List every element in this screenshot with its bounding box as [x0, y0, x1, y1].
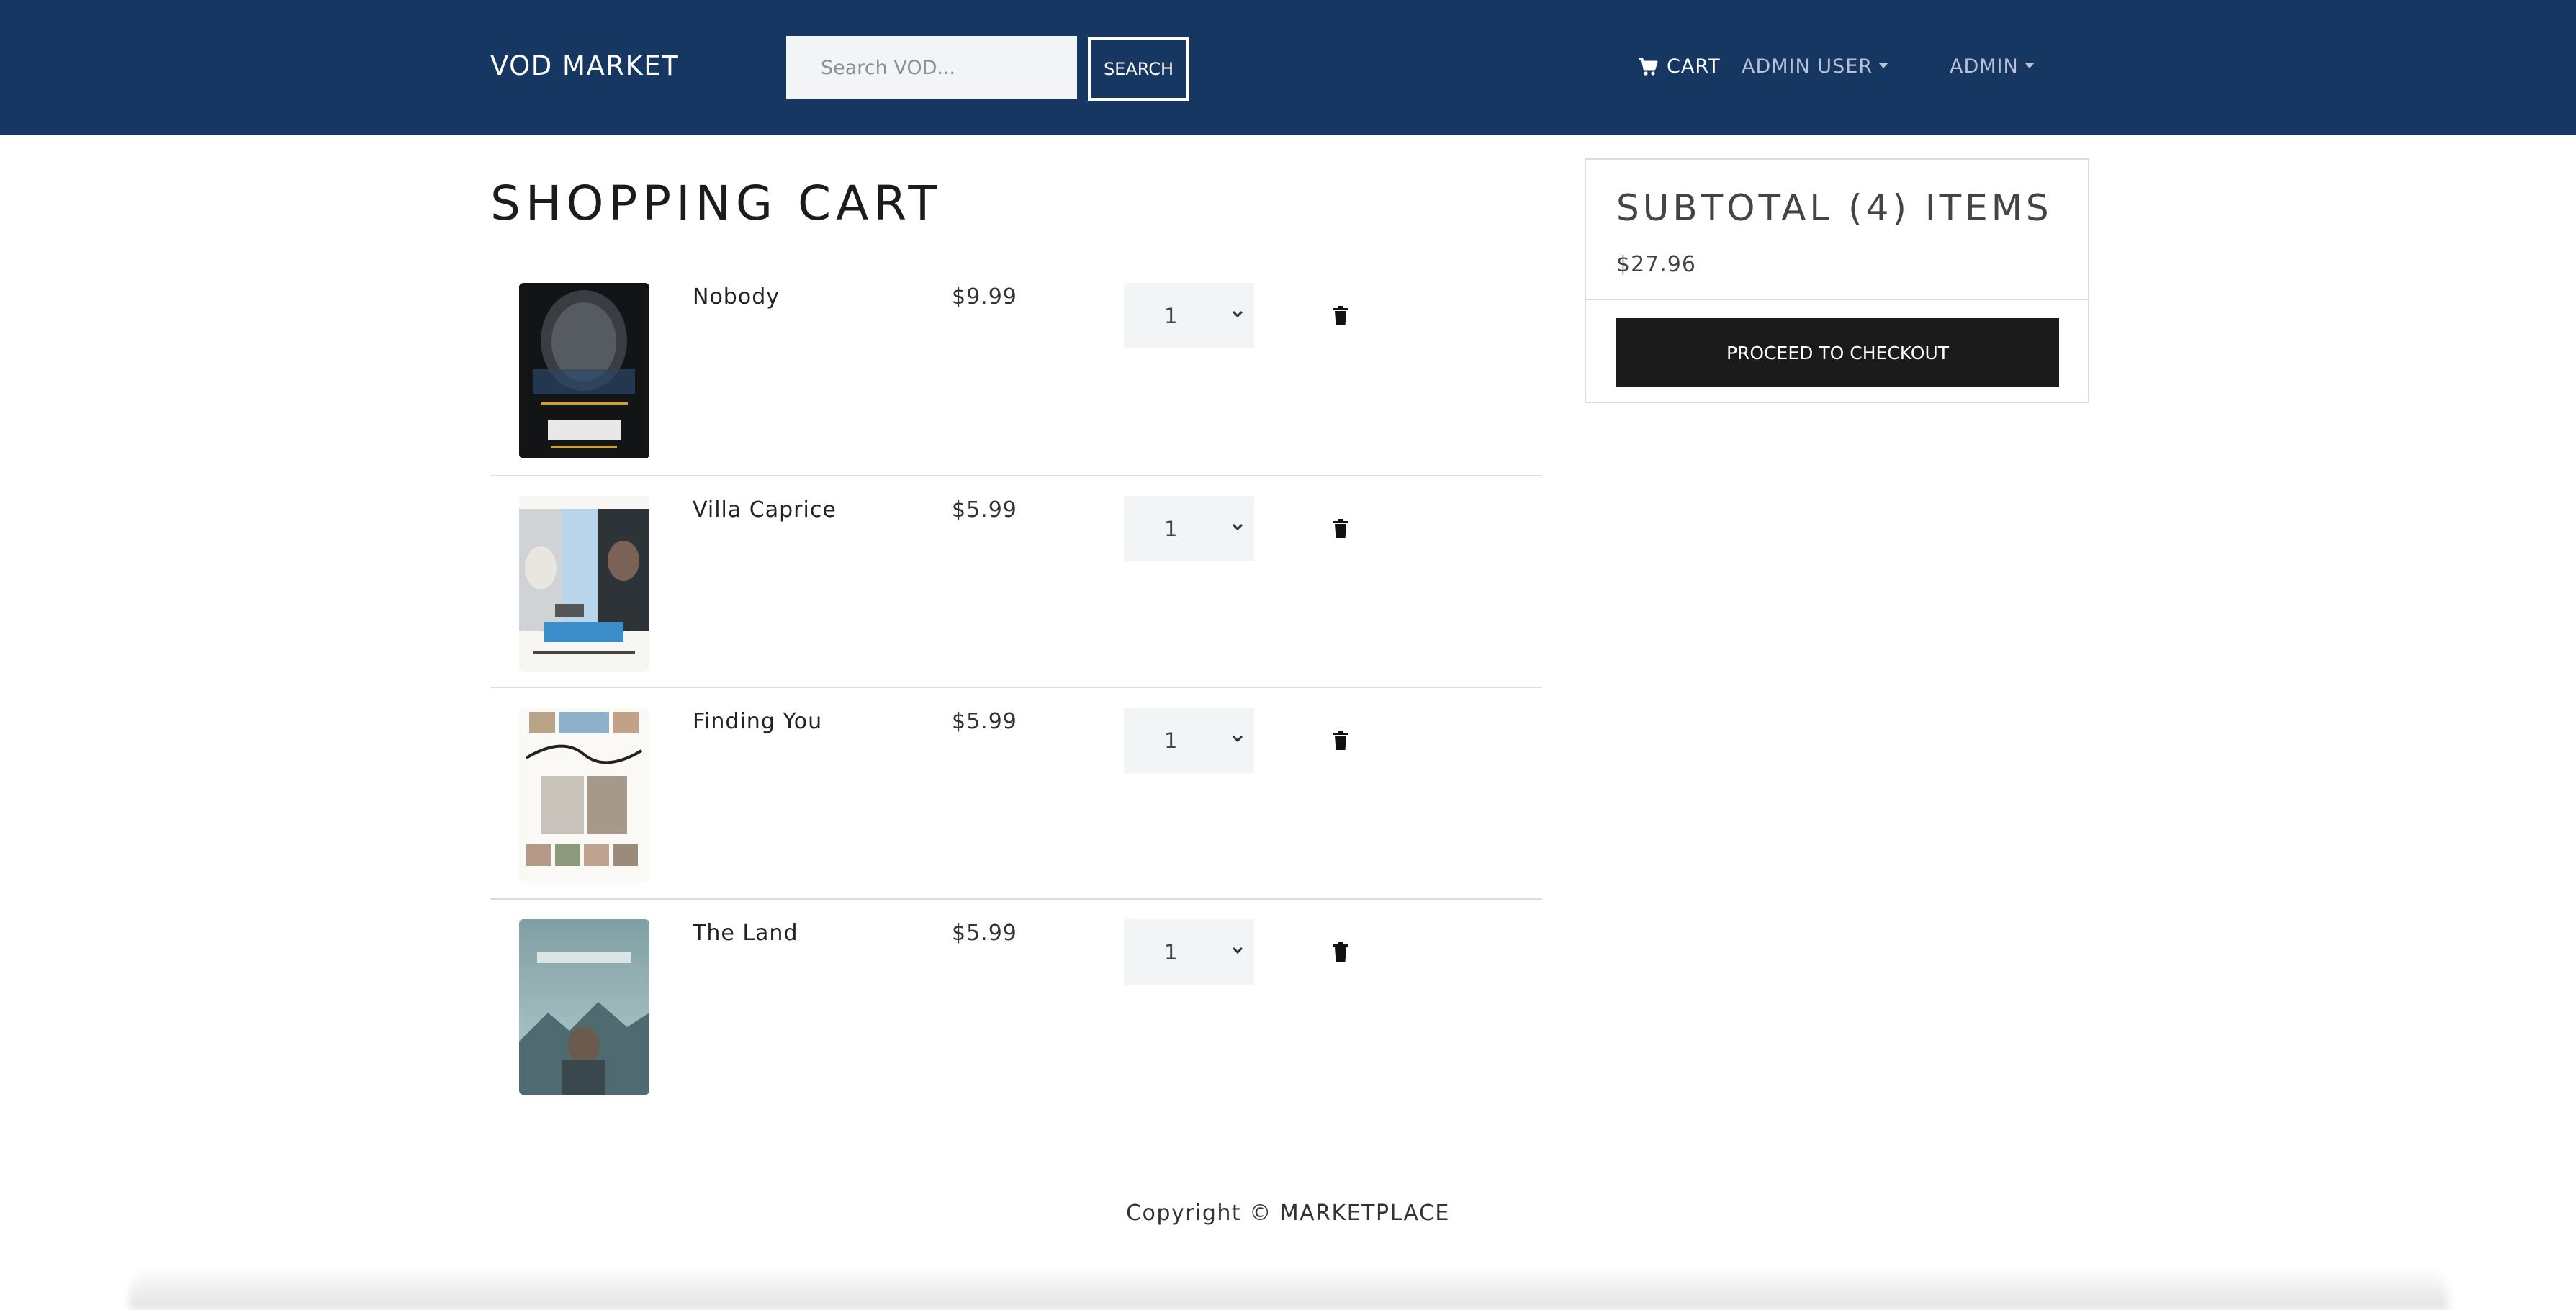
footer-copyright: Copyright © MARKETPLACE	[1126, 1201, 1450, 1226]
item-price: $5.99	[952, 921, 1017, 946]
chevron-down-icon	[1232, 523, 1243, 531]
quantity-value: 1	[1164, 516, 1178, 541]
movie-poster-nobody[interactable]	[519, 283, 649, 458]
admin-menu-label: ADMIN	[1950, 55, 2019, 78]
summary-header: SUBTOTAL (4) ITEMS $27.96	[1586, 160, 2088, 300]
item-price: $5.99	[952, 709, 1017, 734]
chevron-down-icon	[1232, 735, 1243, 743]
cart-item: Nobody $9.99 1	[490, 283, 1542, 494]
chevron-down-icon	[1232, 310, 1243, 318]
cart-icon	[1639, 58, 1658, 76]
subtotal-amount: $27.96	[1616, 252, 1696, 277]
quantity-select[interactable]: 1	[1124, 919, 1254, 985]
item-title[interactable]: The Land	[693, 921, 798, 946]
movie-poster-villa-caprice[interactable]	[519, 496, 649, 672]
quantity-select[interactable]: 1	[1124, 496, 1254, 561]
trash-icon[interactable]	[1333, 519, 1348, 539]
item-title[interactable]: Nobody	[693, 284, 780, 310]
item-title[interactable]: Finding You	[693, 709, 822, 734]
top-navbar: VOD MARKET SEARCH CART ADMIN USER ADMIN	[0, 0, 2576, 135]
trash-icon[interactable]	[1333, 306, 1348, 326]
cart-item: The Land $5.99 1	[490, 898, 1542, 1111]
trash-icon[interactable]	[1333, 942, 1348, 962]
item-price: $9.99	[952, 284, 1017, 310]
item-price: $5.99	[952, 497, 1017, 523]
nav-cart-link[interactable]: CART	[1638, 55, 1721, 78]
quantity-value: 1	[1164, 728, 1178, 753]
chevron-down-icon	[1232, 947, 1243, 954]
subtotal-heading: SUBTOTAL (4) ITEMS	[1616, 187, 2053, 229]
movie-poster-the-land[interactable]	[519, 919, 649, 1095]
proceed-to-checkout-button[interactable]: PROCEED TO CHECKOUT	[1616, 318, 2059, 387]
brand-logo[interactable]: VOD MARKET	[490, 50, 679, 81]
trash-icon[interactable]	[1333, 731, 1348, 751]
caret-down-icon	[1878, 62, 1889, 68]
quantity-value: 1	[1164, 303, 1178, 328]
admin-menu-dropdown[interactable]: ADMIN	[1950, 55, 2035, 78]
cart-label: CART	[1667, 55, 1721, 78]
search-input[interactable]	[786, 36, 1077, 99]
bottom-shadow	[130, 1267, 2448, 1310]
movie-poster-finding-you[interactable]	[519, 708, 649, 883]
cart-item: Finding You $5.99 1	[490, 687, 1542, 900]
caret-down-icon	[2024, 62, 2035, 68]
page-title: SHOPPING CART	[490, 176, 942, 231]
quantity-select[interactable]: 1	[1124, 283, 1254, 348]
search-button[interactable]: SEARCH	[1088, 37, 1189, 101]
quantity-value: 1	[1164, 939, 1178, 965]
user-menu-dropdown[interactable]: ADMIN USER	[1742, 55, 1889, 78]
quantity-select[interactable]: 1	[1124, 708, 1254, 773]
order-summary-card: SUBTOTAL (4) ITEMS $27.96 PROCEED TO CHE…	[1585, 158, 2089, 403]
cart-item: Villa Caprice $5.99 1	[490, 475, 1542, 688]
item-title[interactable]: Villa Caprice	[693, 497, 837, 523]
user-menu-label: ADMIN USER	[1742, 55, 1873, 78]
